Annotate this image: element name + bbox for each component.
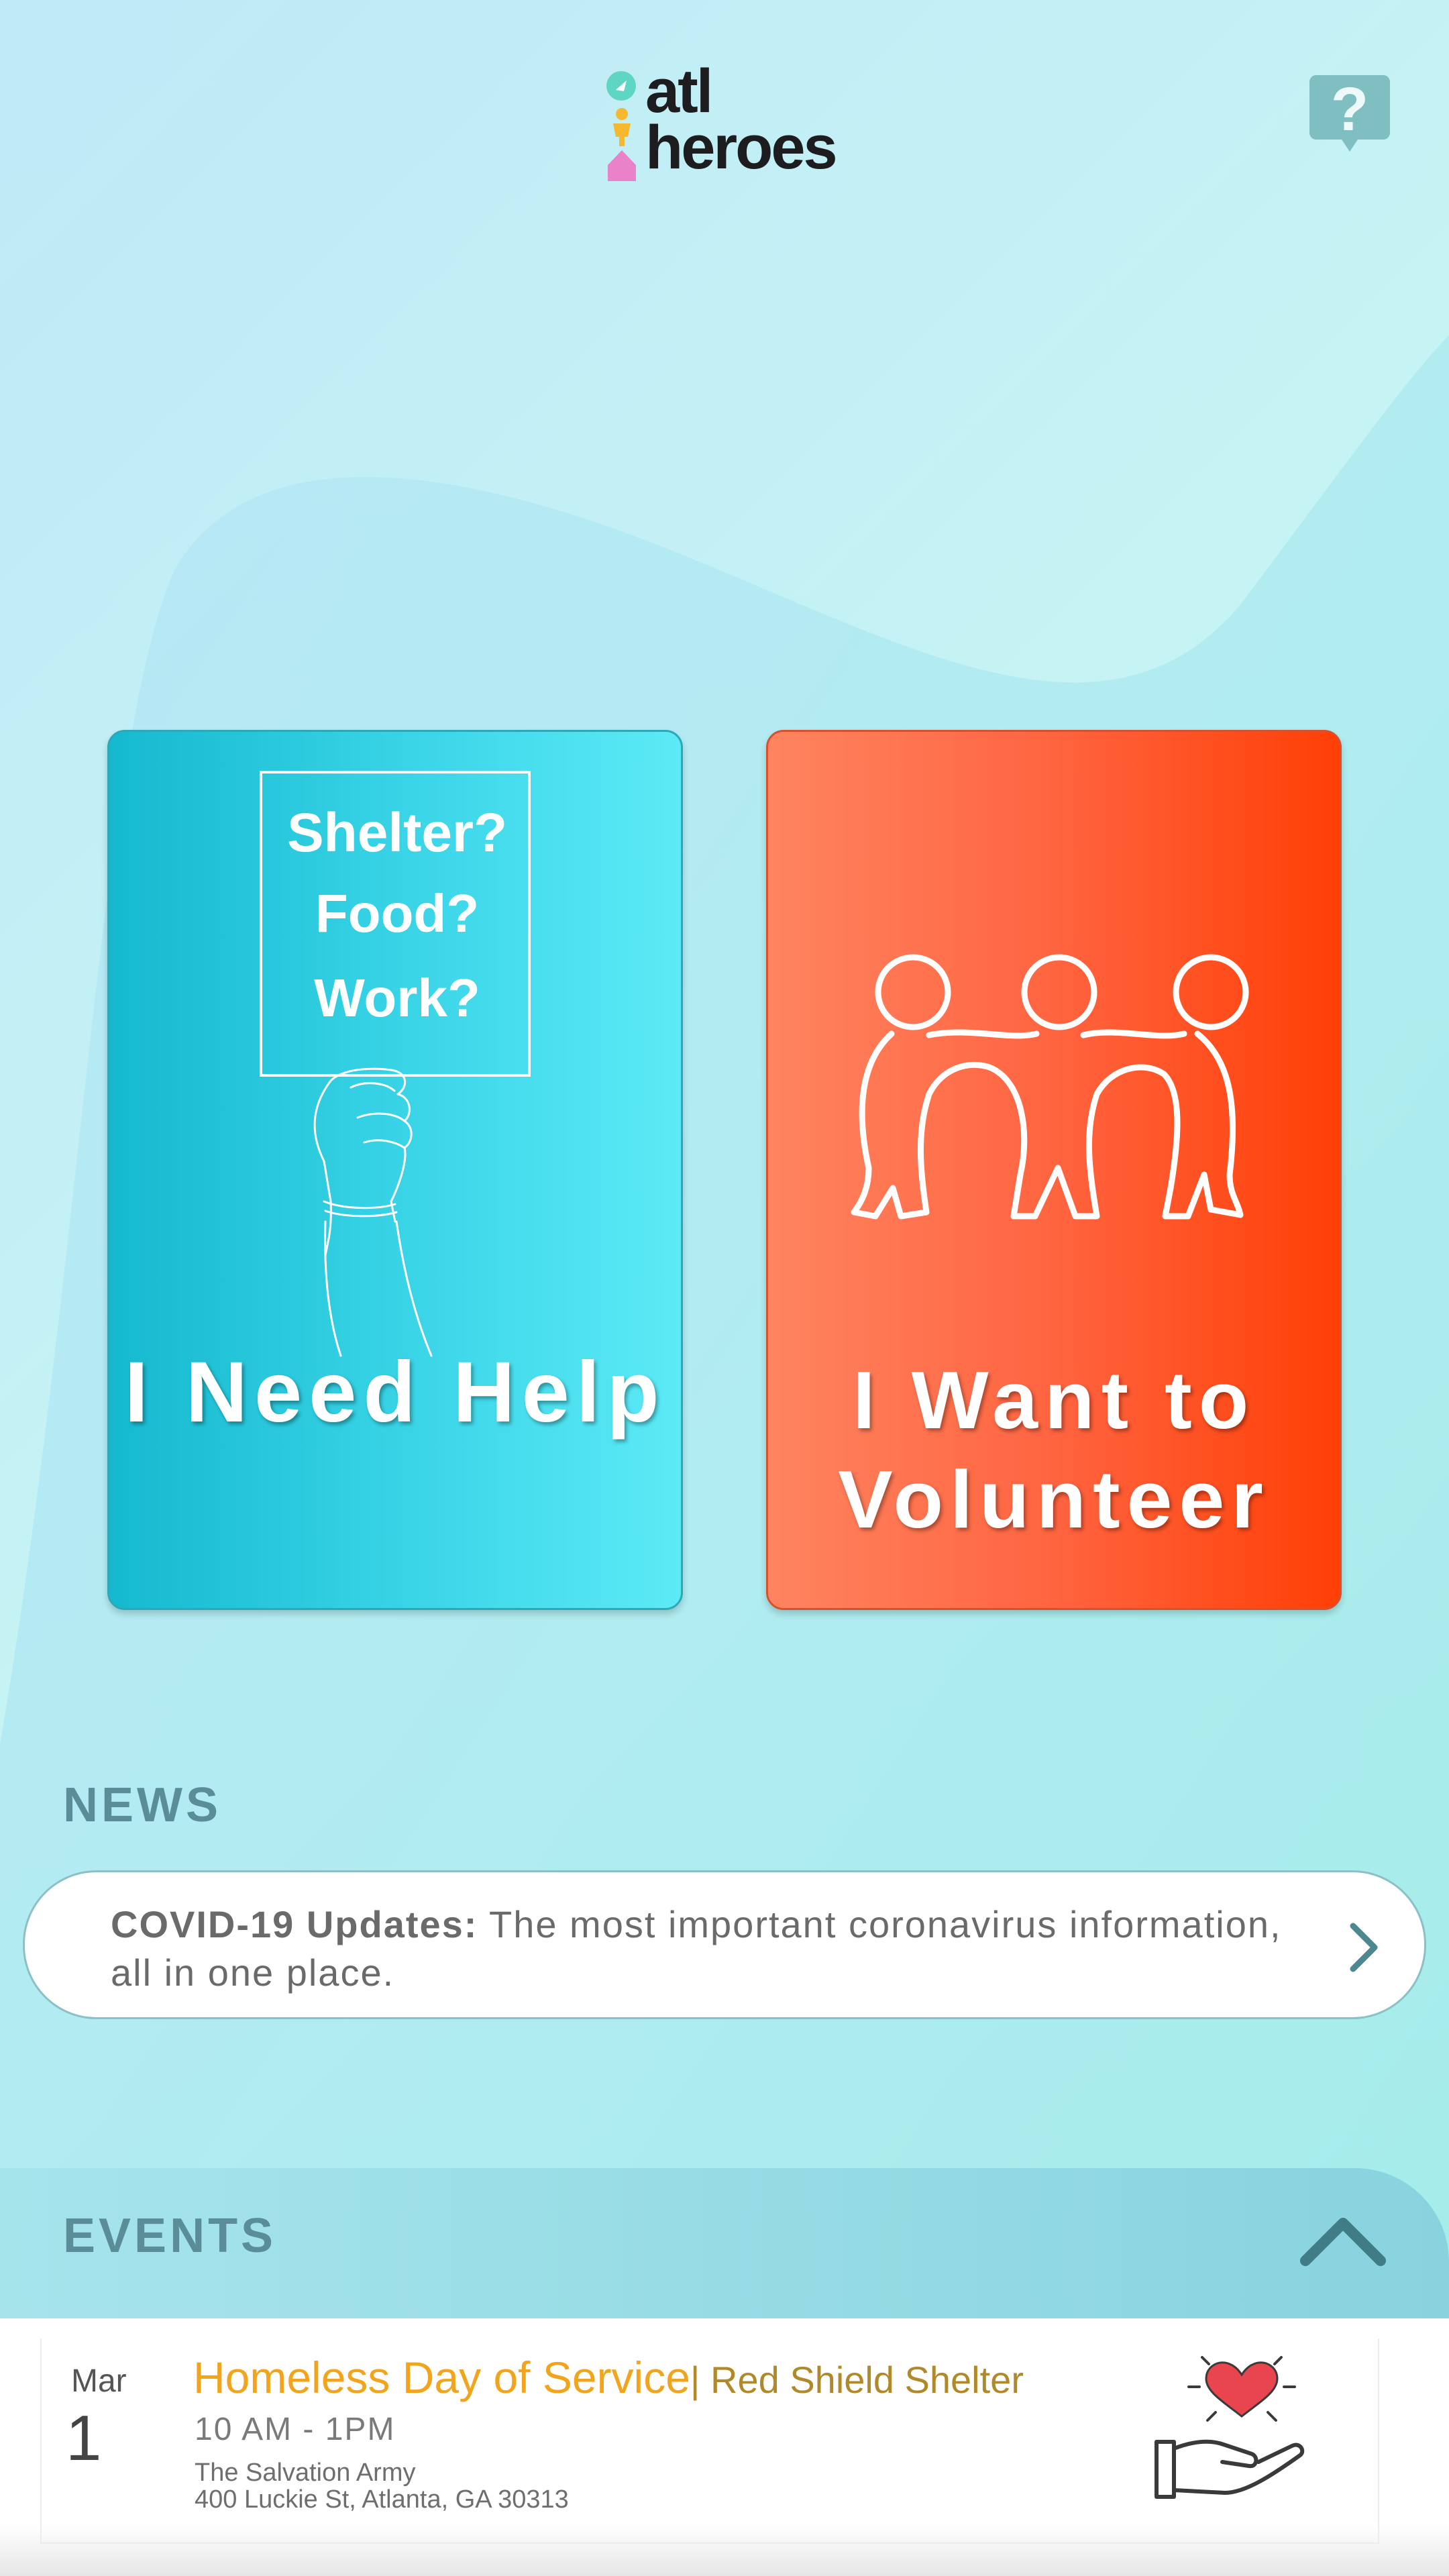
news-heading: NEWS [63, 1778, 221, 1832]
need-help-title: I Need Help [124, 1344, 666, 1440]
news-item-bold: COVID-19 Updates: [111, 1903, 478, 1945]
event-venue: | Red Shield Shelter [690, 2359, 1024, 2401]
events-collapse-button[interactable] [1299, 2211, 1387, 2267]
hand-holding-sign-icon: Shelter? Food? Work? [260, 771, 531, 1357]
event-time: 10 AM - 1PM [195, 2412, 396, 2447]
events-heading: EVENTS [63, 2209, 277, 2263]
event-title[interactable]: Homeless Day of Service [193, 2353, 690, 2402]
sign-line-food: Food? [315, 883, 479, 943]
chevron-up-icon [1300, 2218, 1386, 2266]
event-title-row: Homeless Day of Service| Red Shield Shel… [193, 2352, 1024, 2403]
news-item-text: COVID-19 Updates: The most important cor… [111, 1900, 1291, 1997]
chevron-right-icon [1350, 1923, 1378, 1972]
sign-line-work: Work? [314, 968, 480, 1028]
app-logo: atl heroes [604, 60, 885, 181]
event-month: Mar [71, 2363, 127, 2399]
logo-word-heroes: heroes [645, 113, 838, 182]
event-day: 1 [66, 2402, 102, 2474]
logo-wordmark: atl heroes [645, 57, 838, 182]
help-button[interactable]: ? [1308, 74, 1391, 153]
logo-figures-icon [606, 71, 636, 181]
logo-word-atl: atl [645, 57, 713, 125]
sign-line-shelter: Shelter? [287, 802, 507, 863]
heart-in-hand-icon [1155, 2356, 1305, 2499]
news-item-covid[interactable]: COVID-19 Updates: The most important cor… [23, 1870, 1426, 2019]
volunteer-card[interactable]: I Want to Volunteer [766, 730, 1342, 1610]
event-organization: The Salvation Army [195, 2459, 416, 2487]
volunteer-title: I Want to Volunteer [838, 1354, 1270, 1545]
event-address: 400 Luckie St, Atlanta, GA 30313 [195, 2485, 569, 2514]
need-help-card[interactable]: Shelter? Food? Work? I Need Help [107, 730, 683, 1610]
svg-text:?: ? [1331, 75, 1368, 144]
question-bubble-icon: ? [1309, 75, 1390, 152]
